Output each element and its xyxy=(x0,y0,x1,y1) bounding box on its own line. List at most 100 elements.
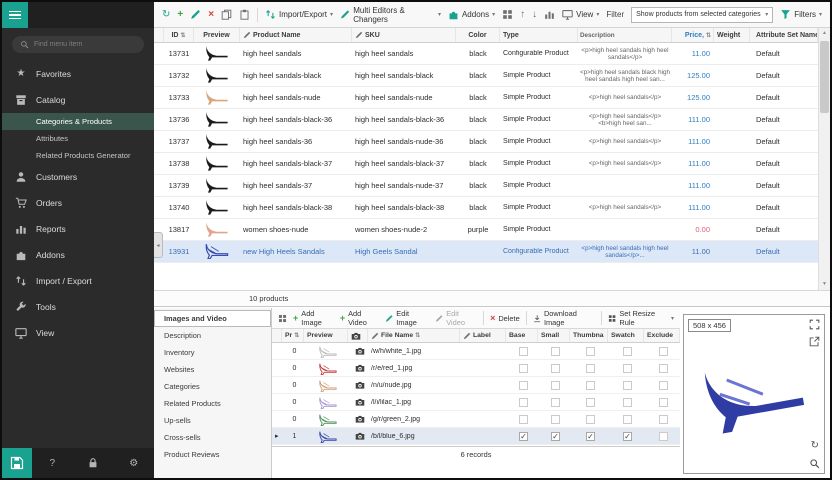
checkbox[interactable] xyxy=(551,398,560,407)
column-header-base[interactable]: Base xyxy=(506,329,538,342)
product-row[interactable]: 13739high heel sandals-37high heel sanda… xyxy=(154,175,818,197)
checkbox-cell[interactable] xyxy=(538,347,570,356)
column-header-weight[interactable]: Weight xyxy=(714,28,750,42)
product-row[interactable]: 13733high heel sandals-nudehigh heel san… xyxy=(154,87,818,109)
checkbox-cell[interactable] xyxy=(538,415,570,424)
checkbox-cell[interactable] xyxy=(570,347,608,356)
checkbox-cell[interactable] xyxy=(570,364,608,373)
checkbox-cell[interactable] xyxy=(570,415,608,424)
checkbox-cell[interactable] xyxy=(644,381,680,390)
save-button[interactable] xyxy=(2,448,32,478)
scroll-down-arrow[interactable]: ▼ xyxy=(819,279,830,290)
checkbox-cell[interactable] xyxy=(506,381,538,390)
checkbox[interactable] xyxy=(519,347,528,356)
column-header-exclude[interactable]: Exclude xyxy=(644,329,680,342)
add-video-button[interactable]: +Add Video xyxy=(340,309,379,327)
checkbox-cell[interactable] xyxy=(608,364,644,373)
column-header-preview[interactable]: Preview xyxy=(304,329,348,342)
checkbox-cell[interactable] xyxy=(506,364,538,373)
column-header-attribute-set-name[interactable]: Attribute Set Name xyxy=(750,28,818,42)
checkbox[interactable] xyxy=(551,415,560,424)
checkbox[interactable] xyxy=(623,364,632,373)
images-grid-settings-button[interactable] xyxy=(278,314,287,323)
sidebar-item-reports[interactable]: Reports xyxy=(2,216,154,242)
checkbox[interactable] xyxy=(551,364,560,373)
checkbox-cell[interactable]: ✓ xyxy=(570,432,608,441)
column-header-product-name[interactable]: Product Name xyxy=(240,28,352,42)
image-row[interactable]: 0/n/u/nude.jpg xyxy=(272,377,680,394)
sidebar-item-addons[interactable]: Addons xyxy=(2,242,154,268)
checkbox[interactable] xyxy=(551,347,560,356)
checkbox[interactable] xyxy=(623,398,632,407)
fullscreen-icon[interactable] xyxy=(809,319,820,330)
sidebar-item-related-products-generator[interactable]: Related Products Generator xyxy=(2,147,154,164)
column-header-color[interactable]: Color xyxy=(456,28,500,42)
column-header-icon[interactable] xyxy=(272,329,282,342)
sort-desc-button[interactable]: ↓ xyxy=(532,10,537,20)
tab-images-and-video[interactable]: Images and Video xyxy=(154,310,271,327)
checkbox[interactable] xyxy=(586,381,595,390)
sidebar-item-catalog[interactable]: Catalog xyxy=(2,87,154,113)
grid-settings-button[interactable] xyxy=(502,9,513,20)
checkbox[interactable] xyxy=(519,398,528,407)
scrollbar-thumb[interactable] xyxy=(820,41,829,113)
column-header-pr[interactable]: Pr⇅ xyxy=(282,329,304,342)
delete-product-button[interactable]: × xyxy=(208,10,214,20)
addons-menu[interactable]: Addons ▾ xyxy=(448,9,495,20)
column-header-id[interactable]: ID⇅ xyxy=(164,28,194,42)
checkbox-cell[interactable] xyxy=(644,432,680,441)
tab-inventory[interactable]: Inventory xyxy=(154,344,271,361)
help-button[interactable]: ? xyxy=(32,458,73,469)
multi-editors-menu[interactable]: Multi Editors & Changers ▾ xyxy=(340,6,441,24)
checkbox-cell[interactable] xyxy=(608,415,644,424)
sidebar-item-import-export[interactable]: Import / Export xyxy=(2,268,154,294)
checkbox[interactable] xyxy=(519,381,528,390)
sidebar-item-tools[interactable]: Tools xyxy=(2,294,154,320)
product-row[interactable]: ▸13931new High Heels SandalsHigh Geels S… xyxy=(154,241,818,263)
menu-button[interactable] xyxy=(2,2,28,28)
column-header-price[interactable]: Price,⇅ xyxy=(672,28,714,42)
tab-up-sells[interactable]: Up-sells xyxy=(154,412,271,429)
checkbox[interactable] xyxy=(623,347,632,356)
checkbox[interactable] xyxy=(586,347,595,356)
column-header-preview[interactable]: Preview xyxy=(194,28,240,42)
product-row[interactable]: 13731high heel sandalshigh heel sandalsb… xyxy=(154,43,818,65)
rotate-icon[interactable]: ↻ xyxy=(811,440,819,451)
lock-button[interactable] xyxy=(73,457,114,469)
checkbox-cell[interactable]: ✓ xyxy=(506,432,538,441)
checkbox[interactable] xyxy=(586,398,595,407)
image-row[interactable]: 0/g/r/green_2.jpg xyxy=(272,411,680,428)
sort-asc-button[interactable]: ↑ xyxy=(520,10,525,20)
image-row[interactable]: 0/w/h/white_1.jpg xyxy=(272,343,680,360)
product-row[interactable]: 13740high heel sandals-black-38high heel… xyxy=(154,197,818,219)
sidebar-collapse-handle[interactable]: ◂ xyxy=(154,232,163,258)
checkbox[interactable] xyxy=(659,381,668,390)
product-image[interactable] xyxy=(690,345,819,438)
checkbox[interactable] xyxy=(659,415,668,424)
checkbox-cell[interactable] xyxy=(506,415,538,424)
edit-product-button[interactable] xyxy=(190,9,201,20)
checkbox[interactable] xyxy=(551,381,560,390)
column-header-label[interactable]: Label xyxy=(460,329,506,342)
checkbox-cell[interactable] xyxy=(608,381,644,390)
copy-button[interactable] xyxy=(221,9,232,20)
grid-scrollbar[interactable]: ▲ ▼ xyxy=(818,28,830,290)
tab-cross-sells[interactable]: Cross-sells xyxy=(154,429,271,446)
tab-categories[interactable]: Categories xyxy=(154,378,271,395)
sidebar-item-attributes[interactable]: Attributes xyxy=(2,130,154,147)
column-header-small[interactable]: Small xyxy=(538,329,570,342)
checkbox-cell[interactable] xyxy=(644,347,680,356)
checkbox-cell[interactable] xyxy=(538,364,570,373)
checkbox-cell[interactable] xyxy=(538,398,570,407)
product-row[interactable]: 13732high heel sandals-blackhigh heel sa… xyxy=(154,65,818,87)
tab-related-products[interactable]: Related Products xyxy=(154,395,271,412)
sidebar-item-orders[interactable]: Orders xyxy=(2,190,154,216)
import-export-menu[interactable]: Import/Export ▾ xyxy=(265,9,333,20)
checkbox-cell[interactable] xyxy=(644,364,680,373)
image-row[interactable]: ▸1/b/l/blue_6.jpg✓✓✓✓ xyxy=(272,428,680,445)
checkbox[interactable] xyxy=(659,364,668,373)
checkbox-cell[interactable] xyxy=(506,347,538,356)
column-header-type[interactable]: Type xyxy=(500,28,578,42)
download-image-button[interactable]: Download Image xyxy=(533,309,596,327)
tab-description[interactable]: Description xyxy=(154,327,271,344)
